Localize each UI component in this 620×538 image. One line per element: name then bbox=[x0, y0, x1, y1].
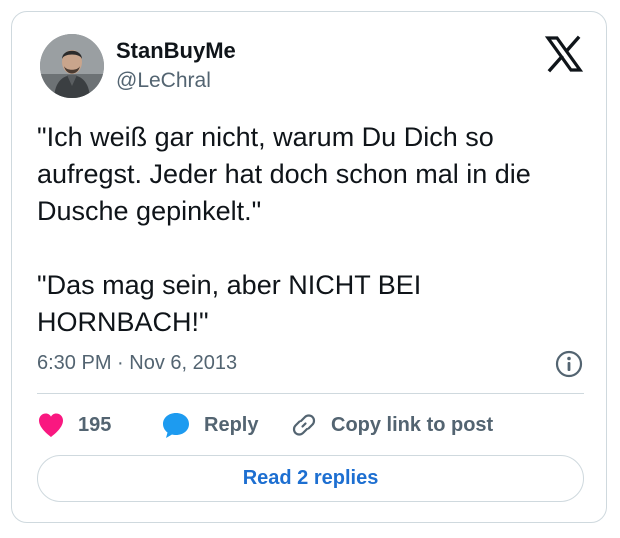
avatar[interactable] bbox=[40, 34, 104, 98]
like-button[interactable]: 195 bbox=[37, 409, 111, 441]
copy-link-label: Copy link to post bbox=[331, 413, 494, 436]
read-replies-label: Read 2 replies bbox=[242, 467, 379, 489]
x-logo-icon[interactable] bbox=[544, 34, 584, 74]
link-icon bbox=[290, 411, 318, 439]
copy-link-button[interactable]: Copy link to post bbox=[290, 409, 493, 441]
tweet-card: StanBuyMe @LeChral "Ich weiß gar nicht, … bbox=[11, 11, 607, 523]
like-count: 195 bbox=[78, 413, 112, 436]
divider bbox=[37, 393, 584, 394]
heart-icon bbox=[37, 412, 65, 438]
tweet-text: "Ich weiß gar nicht, warum Du Dich so au… bbox=[37, 122, 531, 337]
author-name[interactable]: StanBuyMe bbox=[116, 38, 236, 64]
tweet-timestamp[interactable]: 6:30 PM · Nov 6, 2013 bbox=[37, 352, 237, 375]
read-replies-button[interactable]: Read 2 replies bbox=[37, 455, 584, 502]
reply-label: Reply bbox=[204, 413, 259, 436]
author-handle[interactable]: @LeChral bbox=[116, 69, 211, 93]
speech-bubble-icon bbox=[161, 411, 191, 439]
info-icon[interactable] bbox=[554, 349, 584, 379]
avatar-photo bbox=[40, 34, 104, 98]
reply-button[interactable]: Reply bbox=[161, 409, 258, 441]
